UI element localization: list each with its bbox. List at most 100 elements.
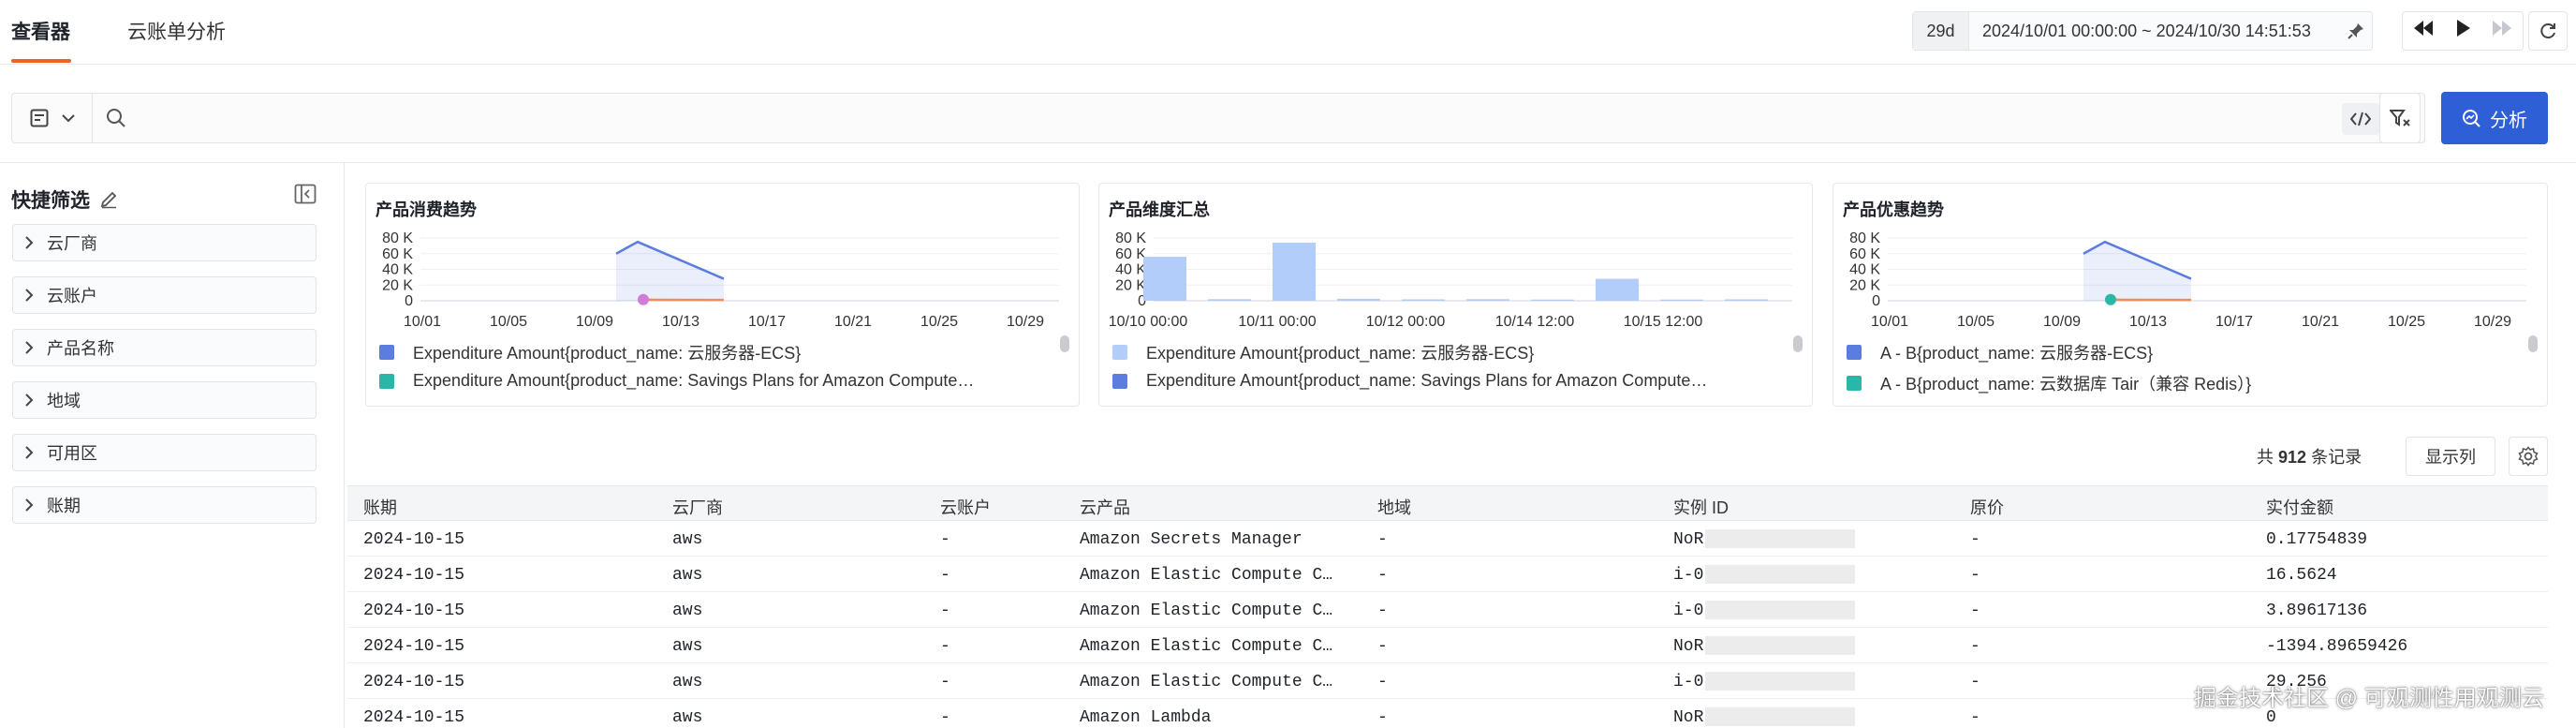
cell-region: - — [1377, 708, 1388, 727]
edit-icon[interactable] — [99, 190, 118, 209]
chevron-right-icon — [25, 289, 34, 302]
analyze-icon — [2463, 110, 2480, 127]
data-source-select[interactable] — [12, 94, 93, 142]
table-row[interactable]: 2024-10-15 aws - Amazon Elastic Compute … — [347, 628, 2548, 663]
cell-region: - — [1377, 673, 1388, 691]
top-tab-bar: 查看器 云账单分析 29d 2024/10/01 00:00:00 ~ 2024… — [0, 0, 2576, 65]
legend-scrollbar[interactable] — [2528, 335, 2538, 352]
filter-item-cloud-vendor[interactable]: 云厂商 — [12, 224, 316, 261]
cell-paid-amount: 16.5624 — [2266, 566, 2337, 585]
legend-item[interactable]: Expenditure Amount{product_name: 云服务器-EC… — [1112, 340, 1534, 364]
column-header[interactable]: 云账户 — [940, 495, 991, 519]
y-tick-label: 80 K — [382, 230, 413, 246]
tab-cloud-bill-analysis[interactable]: 云账单分析 — [127, 17, 226, 45]
refresh-icon[interactable] — [2528, 11, 2568, 51]
y-tick-label: 20 K — [382, 277, 413, 293]
cell-paid-amount: 3.89617136 — [2266, 602, 2368, 620]
redacted-block — [1705, 529, 1855, 548]
pin-icon[interactable] — [2340, 22, 2372, 39]
filter-item-zone[interactable]: 可用区 — [12, 434, 316, 471]
column-header[interactable]: 云厂商 — [672, 495, 723, 519]
filter-icon[interactable] — [2379, 93, 2421, 143]
legend-item[interactable]: Expenditure Amount{product_name: Savings… — [1112, 371, 1707, 391]
filter-item-cloud-account[interactable]: 云账户 — [12, 276, 316, 314]
x-tick-label: 10/13 — [662, 314, 699, 330]
data-point-marker — [2105, 293, 2116, 305]
watermark-text: 掘金技术社区 @ 可观测性用观测云 — [2194, 686, 2544, 711]
legend-item[interactable]: Expenditure Amount{product_name: Savings… — [379, 371, 974, 391]
rewind-icon[interactable] — [2414, 21, 2433, 41]
legend-scrollbar[interactable] — [1060, 335, 1069, 352]
column-header[interactable]: 账期 — [363, 495, 397, 519]
x-tick-label: 10/15 12:00 — [1624, 314, 1703, 330]
legend-label: Expenditure Amount{product_name: Savings… — [1146, 371, 1708, 390]
column-header[interactable]: 实付金额 — [2266, 495, 2333, 519]
cell-vendor: aws — [672, 637, 703, 656]
time-range-picker[interactable]: 29d 2024/10/01 00:00:00 ~ 2024/10/30 14:… — [1912, 11, 2373, 51]
cell-product: Amazon Elastic Compute C… — [1080, 566, 1333, 585]
x-tick-label: 10/10 00:00 — [1109, 314, 1188, 330]
table-row[interactable]: 2024-10-15 aws - Amazon Secrets Manager … — [347, 521, 2548, 557]
x-tick-label: 10/21 — [2302, 314, 2339, 330]
collapse-sidebar-icon[interactable] — [294, 184, 316, 210]
table-row[interactable]: 2024-10-15 aws - Amazon Elastic Compute … — [347, 557, 2548, 592]
y-tick-label: 20 K — [1115, 277, 1146, 293]
cell-original-price: - — [1970, 530, 1980, 549]
divider — [0, 162, 2576, 163]
cell-billing-period: 2024-10-15 — [363, 637, 465, 656]
filter-item-region[interactable]: 地域 — [12, 381, 316, 419]
legend-swatch — [1112, 373, 1127, 389]
cell-region: - — [1377, 602, 1388, 620]
bar — [1660, 299, 1703, 301]
fast-forward-icon[interactable] — [2493, 21, 2511, 41]
cell-product: Amazon Elastic Compute C… — [1080, 602, 1333, 620]
bar — [1402, 299, 1445, 301]
time-range-text[interactable]: 2024/10/01 00:00:00 ~ 2024/10/30 14:51:5… — [1969, 22, 2340, 41]
filter-item-billing-period[interactable]: 账期 — [12, 486, 316, 524]
legend-item[interactable]: Expenditure Amount{product_name: 云服务器-EC… — [379, 340, 801, 364]
filter-item-product-name[interactable]: 产品名称 — [12, 329, 316, 366]
search-bar[interactable] — [11, 93, 2425, 143]
redacted-block — [1705, 601, 1855, 619]
cell-original-price: - — [1970, 602, 1980, 620]
cell-paid-amount: -1394.89659426 — [2266, 637, 2408, 656]
cell-account: - — [940, 602, 950, 620]
bar — [1531, 299, 1574, 301]
legend-label: Expenditure Amount{product_name: 云服务器-EC… — [413, 344, 802, 363]
tab-viewer[interactable]: 查看器 — [11, 17, 70, 45]
table-source-icon — [30, 109, 48, 127]
legend-item[interactable]: A - B{product_name: 云数据库 Tair（兼容 Redis）} — [1847, 371, 2251, 395]
chevron-right-icon — [25, 341, 34, 354]
legend-scrollbar[interactable] — [1793, 335, 1803, 352]
playback-controls — [2402, 11, 2524, 51]
table-row[interactable]: 2024-10-15 aws - Amazon Elastic Compute … — [347, 592, 2548, 628]
legend-label: A - B{product_name: 云数据库 Tair（兼容 Redis）} — [1880, 375, 2252, 394]
x-tick-label: 10/11 00:00 — [1238, 314, 1316, 330]
x-tick-label: 10/17 — [2215, 314, 2253, 330]
time-duration-badge[interactable]: 29d — [1913, 12, 1969, 50]
y-tick-label: 60 K — [382, 246, 413, 262]
column-header[interactable]: 原价 — [1970, 495, 2004, 519]
redacted-block — [1705, 672, 1855, 691]
filter-item-label: 可用区 — [47, 444, 97, 463]
chevron-right-icon — [25, 236, 34, 249]
quick-filter-title: 快捷筛选 — [11, 190, 90, 212]
cell-account: - — [940, 566, 950, 585]
legend-swatch — [1847, 376, 1862, 391]
y-tick-label: 40 K — [1849, 262, 1880, 278]
record-count: 共 912 条记录 — [2257, 444, 2362, 468]
play-icon[interactable] — [2455, 20, 2470, 42]
gear-icon[interactable] — [2509, 437, 2548, 476]
column-header[interactable]: 云产品 — [1080, 495, 1130, 519]
chart-card-discount-trend: 产品优惠趋势 80 K 60 K 40 K 20 K 0 10/01 10/05 10/09 1… — [1833, 183, 2548, 407]
analyze-button[interactable]: 分析 — [2441, 92, 2548, 144]
show-columns-button[interactable]: 显示列 — [2406, 437, 2495, 476]
x-tick-label: 10/14 12:00 — [1495, 314, 1575, 330]
column-header[interactable]: 实例 ID — [1673, 495, 1729, 519]
cell-billing-period: 2024-10-15 — [363, 566, 465, 585]
cell-region: - — [1377, 566, 1388, 585]
column-header[interactable]: 地域 — [1377, 495, 1411, 519]
code-mode-icon[interactable] — [2342, 103, 2379, 135]
legend-item[interactable]: A - B{product_name: 云服务器-ECS} — [1847, 340, 2153, 364]
x-tick-label: 10/17 — [748, 314, 786, 330]
